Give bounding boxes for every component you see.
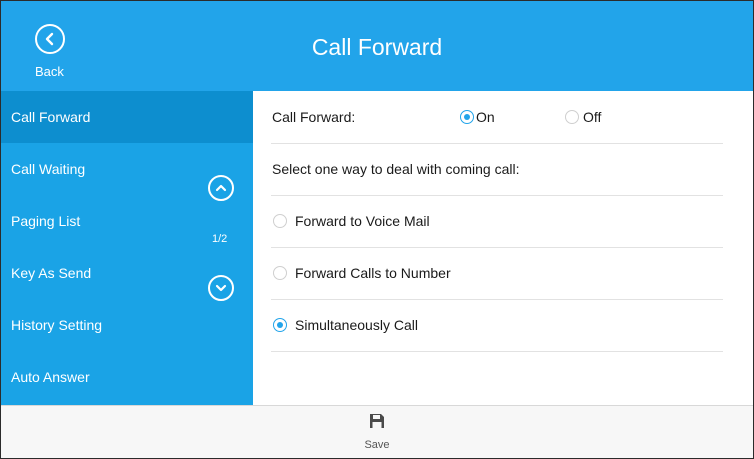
sidebar-item-auto-answer[interactable]: Auto Answer	[1, 351, 253, 403]
call-forward-off-label: Off	[583, 109, 602, 125]
call-forward-label: Call Forward:	[272, 109, 356, 125]
floppy-disk-icon	[370, 414, 384, 428]
call-forward-off-radio[interactable]	[565, 110, 579, 124]
sidebar-item-label: Paging List	[11, 213, 81, 229]
header-bar: Back Call Forward	[1, 1, 753, 91]
simultaneous-call-radio[interactable]	[273, 318, 287, 332]
call-forward-on-radio[interactable]	[460, 110, 474, 124]
save-label: Save	[364, 439, 390, 451]
option-label: Simultaneously Call	[295, 317, 418, 333]
sidebar-item-history-setting[interactable]: History Setting	[1, 299, 253, 351]
sidebar: Call Forward Call Waiting Paging List Ke…	[1, 91, 255, 405]
sidebar-item-call-forward[interactable]: Call Forward	[1, 91, 253, 143]
forward-number-radio[interactable]	[273, 266, 287, 280]
option-label: Forward Calls to Number	[295, 265, 451, 281]
chevron-up-icon	[215, 184, 227, 192]
chevron-down-icon	[215, 284, 227, 292]
save-button[interactable]: Save	[357, 411, 397, 457]
call-forward-on-label: On	[476, 109, 495, 125]
sidebar-item-label: History Setting	[11, 317, 103, 333]
option-forward-voicemail[interactable]: Forward to Voice Mail	[271, 195, 723, 248]
option-simultaneous-call[interactable]: Simultaneously Call	[271, 299, 723, 352]
option-label: Forward to Voice Mail	[295, 213, 430, 229]
sidebar-item-label: Call Forward	[11, 109, 91, 125]
page-indicator: 1/2	[212, 233, 228, 245]
footer-bar: Save	[1, 405, 753, 458]
back-label: Back	[35, 64, 64, 79]
sidebar-item-label: Key As Send	[11, 265, 92, 281]
scroll-up-button[interactable]	[208, 175, 234, 201]
scroll-down-button[interactable]	[208, 275, 234, 301]
sidebar-item-label: Auto Answer	[11, 369, 90, 385]
sidebar-item-label: Call Waiting	[11, 161, 86, 177]
instruction-row: Select one way to deal with coming call:	[271, 143, 723, 196]
voicemail-radio[interactable]	[273, 214, 287, 228]
call-forward-screen: Back Call Forward Call Forward Call Wait…	[0, 0, 754, 459]
settings-panel: Call Forward: On Off Select one way to d…	[255, 91, 753, 405]
option-forward-number[interactable]: Forward Calls to Number	[271, 247, 723, 300]
instruction-text: Select one way to deal with coming call:	[272, 161, 520, 177]
page-title: Call Forward	[311, 34, 443, 60]
call-forward-toggle-row: Call Forward: On Off	[271, 91, 723, 144]
